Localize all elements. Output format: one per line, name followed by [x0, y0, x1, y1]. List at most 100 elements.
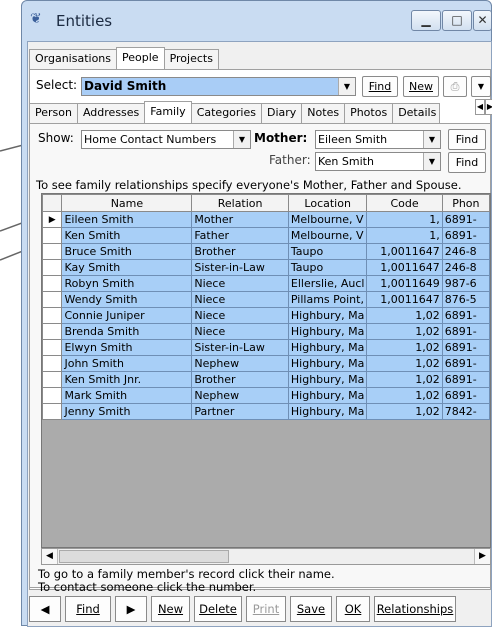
select-new-button[interactable]: New	[403, 76, 439, 97]
table-row[interactable]: Ken Smith Jnr. Brother Highbury, Ma 1,02 689…	[42, 371, 490, 388]
grid-cell-name[interactable]: Robyn Smith	[61, 275, 193, 292]
grid-header-location[interactable]: Location	[287, 194, 368, 212]
table-row[interactable]: Brenda Smith Niece Highbury, Ma 1,02 6891-	[42, 323, 490, 340]
find-button[interactable]: Find	[65, 596, 111, 622]
grid-cell-phone[interactable]: 876-5	[441, 291, 490, 308]
grid-header-relation[interactable]: Relation	[191, 194, 289, 212]
grid-cell-name[interactable]: Kay Smith	[61, 259, 193, 276]
tab-addresses[interactable]: Addresses	[76, 103, 146, 123]
options-dropdown-button[interactable]: ▼	[471, 76, 491, 97]
grid-cell-name[interactable]: John Smith	[61, 355, 193, 372]
grid-cell-phone[interactable]: 7842-	[441, 403, 490, 420]
select-person-combo[interactable]: David Smith ▼	[81, 77, 356, 96]
grid-cell-name[interactable]: Mark Smith	[61, 387, 193, 404]
tab-projects[interactable]: Projects	[163, 49, 219, 69]
mother-find-button[interactable]: Find	[448, 129, 486, 150]
tab-details[interactable]: Details	[392, 103, 441, 123]
grid-cell-code[interactable]: 1,02	[366, 355, 443, 372]
grid-cell-name[interactable]: Bruce Smith	[61, 243, 193, 260]
grid-cell-code[interactable]: 1,02	[366, 403, 443, 420]
table-row[interactable]: ▶ Eileen Smith Mother Melbourne, V 1, 6891-	[42, 211, 490, 228]
grid-cell-phone[interactable]: 6891-	[441, 323, 490, 340]
chevron-down-icon[interactable]: ▼	[233, 131, 250, 148]
father-find-button[interactable]: Find	[448, 152, 486, 173]
grid-cell-name[interactable]: Eileen Smith	[61, 211, 193, 228]
tab-notes[interactable]: Notes	[301, 103, 346, 123]
tab-photos[interactable]: Photos	[344, 103, 394, 123]
grid-header-name[interactable]: Name	[61, 194, 193, 212]
tab-organisations[interactable]: Organisations	[29, 49, 118, 69]
table-row[interactable]: Wendy Smith Niece Pillams Point, 1,0011647 8…	[42, 291, 490, 308]
grid-cell-phone[interactable]: 6891-	[441, 387, 490, 404]
grid-cell-phone[interactable]: 6891-	[441, 307, 490, 324]
tab-categories[interactable]: Categories	[190, 103, 262, 123]
chevron-down-icon[interactable]: ▼	[423, 131, 440, 148]
grid-row-selector[interactable]	[42, 227, 63, 244]
grid-row-selector[interactable]: ▶	[42, 211, 63, 228]
grid-cell-name[interactable]: Jenny Smith	[61, 403, 193, 420]
grid-row-selector[interactable]	[42, 243, 63, 260]
tab-scroll-left-icon[interactable]: ◀	[475, 99, 485, 115]
tab-person[interactable]: Person	[29, 103, 78, 123]
close-button[interactable]: ✕	[473, 10, 492, 31]
scroll-left-icon[interactable]: ◀	[42, 549, 58, 564]
select-find-button[interactable]: Find	[362, 76, 398, 97]
grid-cell-name[interactable]: Elwyn Smith	[61, 339, 193, 356]
grid-cell-name[interactable]: Ken Smith Jnr.	[61, 371, 193, 388]
father-combo[interactable]: Ken Smith ▼	[315, 152, 441, 171]
grid-cell-code[interactable]: 1,0011647	[366, 259, 443, 276]
tab-people[interactable]: People	[116, 47, 165, 69]
table-row[interactable]: Jenny Smith Partner Highbury, Ma 1,02 7842-	[42, 403, 490, 420]
grid-cell-name[interactable]: Ken Smith	[61, 227, 193, 244]
grid-cell-phone[interactable]: 6891-	[441, 355, 490, 372]
grid-cell-code[interactable]: 1,02	[366, 323, 443, 340]
grid-row-selector[interactable]	[42, 355, 63, 372]
minimize-button[interactable]: ▁	[411, 10, 441, 31]
table-row[interactable]: Kay Smith Sister-in-Law Taupo 1,0011647 246-…	[42, 259, 490, 276]
grid-row-selector[interactable]	[42, 291, 63, 308]
print-icon[interactable]: ⎙	[443, 76, 467, 97]
scroll-right-icon[interactable]: ▶	[474, 549, 490, 564]
grid-cell-code[interactable]: 1,	[366, 227, 443, 244]
grid-row-selector[interactable]	[42, 387, 63, 404]
grid-cell-code[interactable]: 1,02	[366, 371, 443, 388]
table-row[interactable]: Mark Smith Nephew Highbury, Ma 1,02 6891-	[42, 387, 490, 404]
grid-row-selector[interactable]	[42, 275, 63, 292]
grid-cell-code[interactable]: 1,0011647	[366, 243, 443, 260]
delete-button[interactable]: Delete	[194, 596, 242, 622]
table-row[interactable]: Connie Juniper Niece Highbury, Ma 1,02 6891-	[42, 307, 490, 324]
maximize-button[interactable]: □	[442, 10, 472, 31]
grid-cell-phone[interactable]: 6891-	[441, 211, 490, 228]
grid-cell-phone[interactable]: 246-8	[441, 243, 490, 260]
tab-diary[interactable]: Diary	[260, 103, 303, 123]
table-row[interactable]: John Smith Nephew Highbury, Ma 1,02 6891-	[42, 355, 490, 372]
scroll-thumb[interactable]	[59, 550, 229, 563]
horizontal-scrollbar[interactable]: ◀ ▶	[41, 548, 491, 565]
grid-cell-code[interactable]: 1,02	[366, 339, 443, 356]
mother-combo[interactable]: Eileen Smith ▼	[315, 130, 441, 149]
table-row[interactable]: Ken Smith Father Melbourne, V 1, 6891-	[42, 227, 490, 244]
grid-cell-phone[interactable]: 6891-	[441, 227, 490, 244]
show-combo[interactable]: Home Contact Numbers ▼	[81, 130, 251, 149]
save-button[interactable]: Save	[290, 596, 332, 622]
grid-row-selector[interactable]	[42, 323, 63, 340]
ok-button[interactable]: OK	[336, 596, 370, 622]
grid-cell-name[interactable]: Wendy Smith	[61, 291, 193, 308]
grid-cell-name[interactable]: Brenda Smith	[61, 323, 193, 340]
relationships-button[interactable]: Relationships	[374, 596, 456, 622]
grid-cell-phone[interactable]: 6891-	[441, 371, 490, 388]
grid-header-phone[interactable]: Phon	[441, 194, 490, 212]
chevron-down-icon[interactable]: ▼	[423, 153, 440, 170]
tab-scroll-right-icon[interactable]: ▶	[485, 99, 492, 115]
grid-cell-code[interactable]: 1,0011647	[366, 291, 443, 308]
table-row[interactable]: Elwyn Smith Sister-in-Law Highbury, Ma 1,02…	[42, 339, 490, 356]
grid-header-code[interactable]: Code	[366, 194, 443, 212]
grid-row-selector[interactable]	[42, 403, 63, 420]
table-row[interactable]: Robyn Smith Niece Ellerslie, Aucl 1,0011649…	[42, 275, 490, 292]
previous-record-button[interactable]: ◀	[29, 596, 61, 622]
new-button[interactable]: New	[151, 596, 190, 622]
grid-row-selector[interactable]	[42, 339, 63, 356]
grid-cell-code[interactable]: 1,	[366, 211, 443, 228]
grid-cell-code[interactable]: 1,0011649	[366, 275, 443, 292]
grid-cell-phone[interactable]: 6891-	[441, 339, 490, 356]
